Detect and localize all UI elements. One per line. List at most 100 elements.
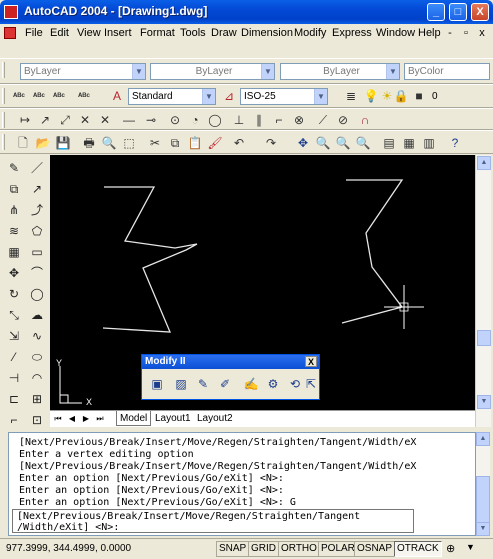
document-icon[interactable] [4,27,16,39]
edit-polyline-icon[interactable]: ✎ [194,375,212,393]
toolbar-grip[interactable] [2,112,5,128]
osnap-toggle[interactable]: OSNAP [354,541,396,557]
cut-icon[interactable]: ✂ [146,134,164,152]
menu-draw[interactable]: Draw [211,27,237,39]
polar-toggle[interactable]: POLAR [318,541,358,557]
scroll-down-icon[interactable]: ▼ [476,522,490,536]
text-style-combo[interactable]: Standard ▼ [128,88,216,105]
chevron-down-icon[interactable]: ▼ [202,89,215,104]
scroll-up-icon[interactable]: ▲ [476,432,490,446]
zoom-realtime-icon[interactable]: 🔍 [314,134,332,152]
extend-icon[interactable]: ⊣ [4,369,24,388]
tool-palettes-icon[interactable]: ▥ [420,134,438,152]
polyline-icon[interactable]: ⤴ [27,201,47,220]
osnap-settings-icon[interactable]: ∩ [356,111,374,129]
toolbar-grip[interactable] [2,134,5,150]
text-abc-icon[interactable]: ᴬᴮᶜ [10,87,28,105]
menu-express[interactable]: Express [332,27,372,39]
move-icon[interactable]: ✥ [4,264,24,283]
grid-toggle[interactable]: GRID [248,541,279,557]
snap-toggle[interactable]: SNAP [216,541,250,557]
autocad-app-icon[interactable] [4,5,18,19]
array-icon[interactable]: ▦ [4,243,24,262]
extension-icon[interactable]: — [120,111,138,129]
node-icon[interactable]: ⊗ [290,111,308,129]
tab-layout2[interactable]: Layout2 [194,411,236,426]
print-icon[interactable]: 🖶 [80,134,98,152]
menu-dimension[interactable]: Dimension [241,27,293,39]
layer-combo[interactable]: ByLayer ▼ [20,63,146,80]
pan-icon[interactable]: ✥ [294,134,312,152]
plotstyle-combo[interactable]: ByColor [404,63,490,80]
menu-window[interactable]: Window [376,27,415,39]
maximize-button[interactable]: □ [449,3,467,21]
modify-ii-close-button[interactable]: X [305,356,317,367]
menu-help[interactable]: Help [418,27,441,39]
make-block-icon[interactable]: ⊡ [27,411,47,430]
perpendicular-icon[interactable]: ⊥ [230,111,248,129]
mdi-minimize-button[interactable]: - [444,27,456,39]
layer-manager-icon[interactable]: ≣ [342,87,360,105]
menu-view[interactable]: View [77,27,101,39]
ellipse-arc-icon[interactable]: ◠ [27,369,47,388]
linetype-combo[interactable]: ByLayer ▼ [150,63,275,80]
close-button[interactable]: X [471,3,489,21]
save-icon[interactable]: 💾 [54,134,72,152]
rotate-icon[interactable]: ↻ [4,285,24,304]
center-icon[interactable]: ⊙ [166,111,184,129]
command-prompt[interactable]: [Next/Previous/Break/Insert/Move/Regen/S… [12,509,414,533]
coordinate-display[interactable]: 977.3999, 344.4999, 0.0000 [6,543,131,554]
line-icon[interactable]: ↦ [16,111,34,129]
apparent-intersection-icon[interactable]: ✕ [96,111,114,129]
intersection-icon[interactable]: ✕ [76,111,94,129]
scroll-up-icon[interactable]: ▲ [477,156,491,170]
text-style-icon[interactable]: A [108,87,126,105]
find-abc-icon[interactable]: ᴬᴮᶜ [75,87,93,105]
erase-icon[interactable]: ✎ [4,159,24,178]
print-preview-icon[interactable]: 🔍 [100,134,118,152]
new-file-icon[interactable]: 🗋 [14,134,32,152]
lock-icon[interactable]: 🔒 [392,87,410,105]
menu-tools[interactable]: Tools [180,27,206,39]
tab-layout1[interactable]: Layout1 [152,411,194,426]
menu-edit[interactable]: Edit [50,27,69,39]
chevron-down-icon[interactable]: ▼ [314,89,327,104]
line-tool-icon[interactable]: ／ [27,159,47,178]
first-tab-icon[interactable]: ⏮ [52,413,64,425]
otrack-toggle[interactable]: OTRACK [394,541,442,557]
draworder-icon[interactable]: ▣ [148,375,166,393]
minimize-button[interactable]: _ [427,3,445,21]
mdi-restore-button[interactable]: ▫ [460,27,472,39]
ellipse-icon[interactable]: ⬭ [27,348,47,367]
menu-insert[interactable]: Insert [104,27,132,39]
insert-block-icon[interactable]: ⊞ [27,390,47,409]
construction-line-icon[interactable]: ↗ [27,180,47,199]
vertical-scrollbar[interactable]: ▲ ▼ [475,155,491,427]
block-attribute-manager-icon[interactable]: ⚙ [264,375,282,393]
scale-icon[interactable]: ⤡ [4,306,24,325]
parallel-icon[interactable]: ∥ [250,111,268,129]
xline-icon[interactable]: ⤢ [56,111,74,129]
tangent-icon[interactable]: ◯ [206,111,224,129]
edit-attribute-icon[interactable]: ✍ [242,375,260,393]
zoom-window-icon[interactable]: 🔍 [334,134,352,152]
scroll-down-icon[interactable]: ▼ [477,395,491,409]
edit-spline-icon[interactable]: ✐ [216,375,234,393]
chevron-down-icon[interactable]: ▼ [386,64,399,79]
communication-center-icon[interactable]: ⊕ [446,542,455,555]
dim-style-combo[interactable]: ISO-25 ▼ [240,88,328,105]
offset-icon[interactable]: ≋ [4,222,24,241]
scroll-thumb[interactable] [476,476,490,524]
quadrant-icon[interactable]: ◔ [186,111,204,129]
zoom-previous-icon[interactable]: 🔍 [354,134,372,152]
mdi-close-button[interactable]: x [476,27,488,39]
ortho-toggle[interactable]: ORTHO [278,541,320,557]
lineweight-combo[interactable]: ByLayer ▼ [280,63,400,80]
copy-tool-icon[interactable]: ⧉ [4,180,24,199]
match-properties-icon[interactable]: 🖌 [206,134,224,152]
polygon-icon[interactable]: ⬠ [27,222,47,241]
command-scrollbar[interactable]: ▲ ▼ [476,432,490,536]
toolbar-grip[interactable] [2,62,5,78]
insert-snap-icon[interactable]: ⌐ [270,111,288,129]
chevron-down-icon[interactable]: ▼ [132,64,145,79]
